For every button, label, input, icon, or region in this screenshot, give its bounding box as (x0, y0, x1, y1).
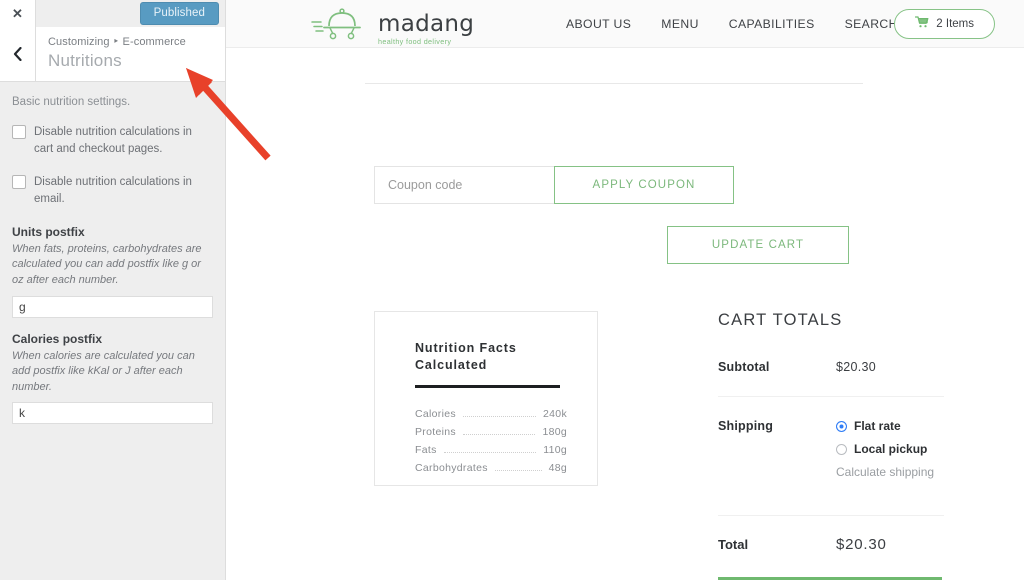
checkbox-label: Disable nutrition calculations in cart a… (34, 126, 192, 155)
nutrition-rule (415, 384, 560, 388)
cart-button[interactable]: 2 Items (894, 9, 995, 39)
logo-tagline: healthy food delivery (378, 36, 452, 46)
publish-button[interactable]: Published (139, 2, 219, 25)
field-label: Calories postfix (12, 331, 103, 346)
setting-disable-cart-checkout[interactable]: Disable nutrition calculations in cart a… (12, 124, 213, 157)
cart-totals-shipping-row: Shipping Flat rate Local pickup Calculat… (718, 397, 944, 501)
nutrition-row-name: Fats (415, 443, 437, 456)
customizer-panel-header: Customizing ‣ E-commerce Nutritions (0, 27, 225, 82)
nutrition-row: Fats 110g (415, 444, 567, 456)
shopping-cart-icon (915, 15, 929, 33)
total-value: $20.30 (836, 536, 887, 553)
close-x-icon[interactable]: ✕ (0, 0, 36, 27)
nutrition-row-name: Calories (415, 407, 456, 420)
leader-dots (443, 451, 537, 453)
nutrition-title-line2: Calculated (415, 357, 488, 372)
customizer-panel-title: Nutritions (48, 51, 122, 70)
screen: ✕ Published Customizing ‣ E-commerce Nut… (0, 0, 1024, 580)
site-logo[interactable]: madang healthy food delivery (311, 4, 474, 47)
shipping-option-local-pickup[interactable]: Local pickup (836, 442, 934, 456)
site-header: madang healthy food delivery ABOUT US ME… (226, 0, 1024, 48)
breadcrumb: Customizing ‣ E-commerce (48, 36, 186, 48)
coupon-form: APPLY COUPON (374, 166, 734, 204)
customizer-titles: Customizing ‣ E-commerce Nutritions (36, 27, 186, 81)
coupon-code-input[interactable] (374, 166, 554, 204)
radio-flat-rate[interactable] (836, 420, 847, 432)
nutrition-title-line1: Nutrition Facts (415, 341, 517, 355)
shipping-option-label: Local pickup (854, 442, 928, 456)
checkbox-disable-cart-checkout[interactable] (12, 125, 26, 139)
apply-coupon-button[interactable]: APPLY COUPON (554, 166, 734, 204)
nutrition-row: Carbohydrates 48g (415, 462, 567, 474)
nutrition-row-value: 180g (542, 425, 567, 438)
chevron-left-icon (13, 47, 22, 61)
cart-totals-subtotal-row: Subtotal $20.30 (718, 360, 944, 396)
field-label: Units postfix (12, 224, 85, 239)
site-preview: madang healthy food delivery ABOUT US ME… (226, 0, 1024, 580)
nutrition-row-value: 110g (543, 443, 567, 456)
nutrition-row: Proteins 180g (415, 426, 567, 438)
cart-button-label: 2 Items (936, 18, 974, 30)
customizer-sidebar: ✕ Published Customizing ‣ E-commerce Nut… (0, 0, 226, 580)
customizer-controls: Basic nutrition settings. Disable nutrit… (0, 82, 225, 425)
leader-dots (462, 433, 536, 435)
update-cart-button[interactable]: UPDATE CART (667, 226, 849, 264)
nutrition-row: Calories 240k (415, 408, 567, 420)
cart-totals-title: CART TOTALS (718, 311, 843, 329)
back-button[interactable] (0, 27, 36, 81)
field-calories-postfix: Calories postfix When calories are calcu… (12, 332, 213, 425)
cart-totals-panel: CART TOTALS Subtotal $20.30 Shipping Fla… (718, 311, 944, 580)
panel-description: Basic nutrition settings. (12, 96, 131, 108)
site-nav: ABOUT US MENU CAPABILITIES SEARCH MENU (566, 0, 939, 48)
checkbox-label: Disable nutrition calculations in email. (34, 176, 192, 206)
shipping-label: Shipping (718, 419, 774, 433)
nutrition-row-value: 240k (543, 407, 567, 420)
nav-item-menu[interactable]: MENU (661, 17, 698, 31)
nav-item-capabilities[interactable]: CAPABILITIES (729, 17, 815, 31)
shipping-option-label: Flat rate (854, 419, 901, 433)
calories-postfix-input[interactable] (12, 402, 213, 425)
nutrition-facts-card: Nutrition Facts Calculated Calories 240k… (374, 311, 598, 486)
cart-totals-total-row: Total $20.30 (718, 516, 944, 577)
field-units-postfix: Units postfix When fats, proteins, carbo… (12, 225, 213, 318)
logo-name: madang (378, 10, 475, 37)
section-divider (365, 83, 863, 84)
units-postfix-input[interactable] (12, 295, 213, 318)
nav-item-about-us[interactable]: ABOUT US (566, 17, 631, 31)
setting-disable-email[interactable]: Disable nutrition calculations in email. (12, 174, 213, 207)
subtotal-value: $20.30 (836, 360, 877, 374)
shipping-options: Flat rate Local pickup Calculate shippin… (836, 419, 934, 479)
customizer-topbar: ✕ Published (0, 0, 225, 27)
radio-local-pickup[interactable] (836, 443, 847, 455)
field-help-text: When calories are calculated you can add… (12, 349, 195, 393)
leader-dots (462, 415, 537, 417)
checkbox-disable-email[interactable] (12, 175, 26, 190)
nutrition-row-name: Carbohydrates (415, 461, 488, 474)
calculate-shipping-link[interactable]: Calculate shipping (836, 465, 934, 479)
nutrition-row-value: 48g (548, 461, 567, 474)
food-cloche-cart-icon (311, 4, 373, 47)
shipping-option-flat-rate[interactable]: Flat rate (836, 419, 934, 433)
nutrition-row-name: Proteins (415, 425, 456, 438)
leader-dots (494, 469, 542, 471)
field-help-text: When fats, proteins, carbohydrates are c… (12, 242, 202, 286)
subtotal-label: Subtotal (718, 360, 770, 374)
total-label: Total (718, 537, 749, 552)
